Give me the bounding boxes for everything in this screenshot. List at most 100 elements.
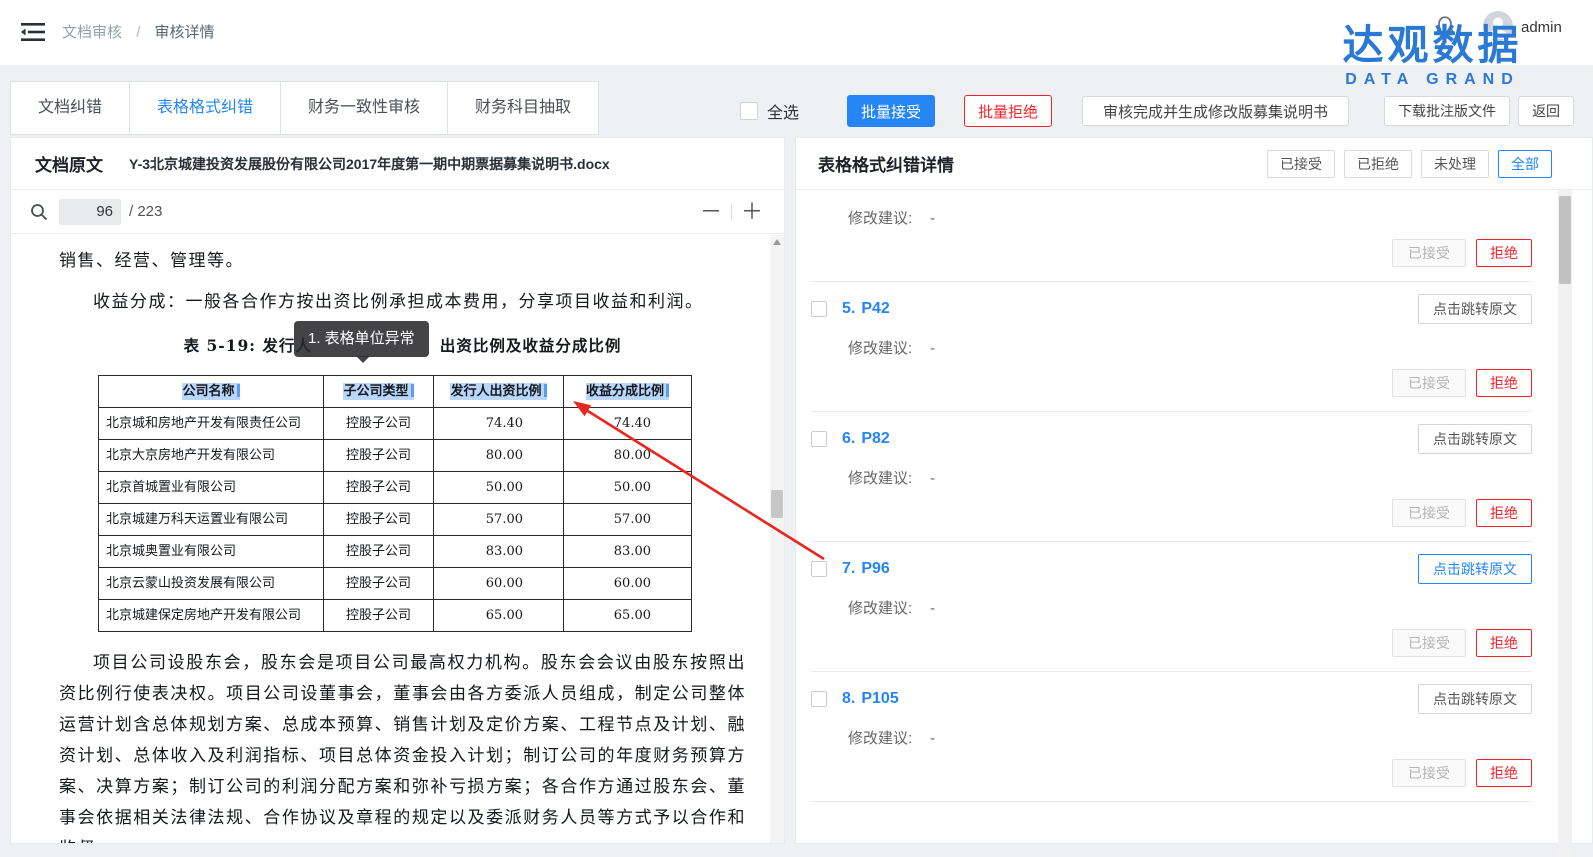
cell-ratio: 60.00 <box>434 568 564 600</box>
table-caption-left: 表 5-19: 发行人 <box>184 336 312 355</box>
page-number-input[interactable] <box>59 199 121 225</box>
tab-financial-subject-extraction[interactable]: 财务科目抽取 <box>447 81 599 135</box>
breadcrumb: 文档审核 / 审核详情 <box>62 21 215 42</box>
jump-to-source-button[interactable]: 点击跳转原文 <box>1418 684 1532 714</box>
back-button[interactable]: 返回 <box>1518 96 1574 126</box>
reject-button[interactable]: 拒绝 <box>1476 369 1532 397</box>
page-total-label: / 223 <box>129 203 162 220</box>
suggestion-label: 修改建议: <box>848 210 912 227</box>
table-row: 北京城建保定房地产开发有限公司 控股子公司 65.00 65.00 <box>99 600 692 632</box>
suggestion-row: 修改建议: - <box>848 207 1532 228</box>
doc-paragraph-3: 项目公司设股东会，股东会是项目公司最高权力机构。股东会会议由股东按照出资比例行使… <box>59 648 746 843</box>
document-scrollbar[interactable] <box>770 235 784 843</box>
cell-share: 57.00 <box>564 504 692 536</box>
module-tabs: 文档纠错 表格格式纠错 财务一致性审核 财务科目抽取 <box>10 81 599 135</box>
filter-rejected[interactable]: 已拒绝 <box>1344 150 1412 178</box>
accepted-button[interactable]: 已接受 <box>1392 629 1466 657</box>
cell-company: 北京城建保定房地产开发有限公司 <box>99 600 324 632</box>
toolbar-divider <box>731 204 732 220</box>
batch-action-bar: 全选 批量接受 批量拒绝 审核完成并生成修改版募集说明书 下载批注版文件 返回 <box>740 95 1574 127</box>
item-page-link[interactable]: P42 <box>861 300 889 318</box>
item-page-link[interactable]: P105 <box>861 690 898 708</box>
document-panel-header: 文档原文 Y-3北京城建投资发展股份有限公司2017年度第一期中期票据募集说明书… <box>11 138 784 190</box>
table-row: 北京城和房地产开发有限责任公司 控股子公司 74.40 74.40 <box>99 408 692 440</box>
cell-type: 控股子公司 <box>324 440 434 472</box>
batch-accept-button[interactable]: 批量接受 <box>847 95 935 127</box>
filter-accepted[interactable]: 已接受 <box>1267 150 1335 178</box>
reject-button[interactable]: 拒绝 <box>1476 629 1532 657</box>
table-caption-right: 出资比例及收益分成比例 <box>440 336 622 355</box>
cell-type: 控股子公司 <box>324 504 434 536</box>
zoom-in-button[interactable]: ＋ <box>738 198 766 226</box>
filter-unprocessed[interactable]: 未处理 <box>1421 150 1489 178</box>
cell-share: 65.00 <box>564 600 692 632</box>
cell-company: 北京城和房地产开发有限责任公司 <box>99 408 324 440</box>
item-page-link[interactable]: P96 <box>861 560 889 578</box>
filter-all[interactable]: 全部 <box>1498 150 1552 178</box>
notification-bell-icon[interactable] <box>1432 14 1458 40</box>
table-row: 北京大京房地产开发有限公司 控股子公司 80.00 80.00 <box>99 440 692 472</box>
table-header-row: 公司名称 子公司类型 发行人出资比例 收益分成比例 <box>99 376 692 408</box>
table-row: 北京首城置业有限公司 控股子公司 50.00 50.00 <box>99 472 692 504</box>
cell-share: 74.40 <box>564 408 692 440</box>
reject-button[interactable]: 拒绝 <box>1476 239 1532 267</box>
reject-button[interactable]: 拒绝 <box>1476 759 1532 787</box>
jump-to-source-button-active[interactable]: 点击跳转原文 <box>1418 554 1532 584</box>
item-checkbox[interactable] <box>811 301 827 317</box>
suggestion-label: 修改建议: <box>848 730 912 747</box>
jump-to-source-button[interactable]: 点击跳转原文 <box>1418 294 1532 324</box>
item-checkbox[interactable] <box>811 691 827 707</box>
tab-doc-correction[interactable]: 文档纠错 <box>10 81 130 135</box>
top-bar: 文档审核 / 审核详情 admin <box>0 0 1593 66</box>
collapse-menu-icon[interactable] <box>20 20 46 44</box>
magnifier-icon <box>29 202 49 222</box>
suggestion-label: 修改建议: <box>848 340 912 357</box>
user-avatar[interactable] <box>1483 11 1513 41</box>
batch-reject-button[interactable]: 批量拒绝 <box>964 95 1052 127</box>
document-filename: Y-3北京城建投资发展股份有限公司2017年度第一期中期票据募集说明书.docx <box>129 154 610 174</box>
tab-table-format-correction[interactable]: 表格格式纠错 <box>129 81 281 135</box>
document-content: 1. 表格单位异常 销售、经营、管理等。 收益分成：一般各合作方按出资比例承担成… <box>11 234 784 843</box>
zoom-out-button[interactable]: － <box>697 198 725 226</box>
review-item-partial: 修改建议: - 已接受 拒绝 <box>811 190 1532 282</box>
document-scrollbar-thumb[interactable] <box>771 490 783 518</box>
breadcrumb-doc-review[interactable]: 文档审核 <box>62 24 122 41</box>
jump-to-source-button[interactable]: 点击跳转原文 <box>1418 424 1532 454</box>
cell-type: 控股子公司 <box>324 536 434 568</box>
cell-ratio: 83.00 <box>434 536 564 568</box>
item-page-link[interactable]: P82 <box>861 430 889 448</box>
accepted-button[interactable]: 已接受 <box>1392 759 1466 787</box>
review-list-scrollbar-thumb[interactable] <box>1559 196 1571 284</box>
select-all-checkbox[interactable] <box>740 102 758 120</box>
tab-financial-consistency[interactable]: 财务一致性审核 <box>280 81 448 135</box>
cell-share: 50.00 <box>564 472 692 504</box>
reject-button[interactable]: 拒绝 <box>1476 499 1532 527</box>
cell-ratio: 80.00 <box>434 440 564 472</box>
table-header-ratio: 发行人出资比例 <box>450 383 546 400</box>
accepted-button[interactable]: 已接受 <box>1392 239 1466 267</box>
suggestion-row: 修改建议: - <box>848 337 1532 358</box>
review-list-scrollbar[interactable] <box>1558 190 1572 857</box>
item-checkbox[interactable] <box>811 431 827 447</box>
review-item-p96: 7. P96 点击跳转原文 修改建议:- 已接受 拒绝 <box>811 554 1532 672</box>
review-panel-title: 表格格式纠错详情 <box>818 151 954 176</box>
subsidiary-table: 公司名称 子公司类型 发行人出资比例 收益分成比例 北京城和房地产开发有限责任公… <box>98 375 692 632</box>
download-annotated-button[interactable]: 下载批注版文件 <box>1384 96 1510 126</box>
document-toolbar: / 223 － ＋ <box>11 190 784 234</box>
suggestion-row: 修改建议:- <box>848 727 1532 748</box>
suggestion-label: 修改建议: <box>848 600 912 617</box>
cell-type: 控股子公司 <box>324 408 434 440</box>
username-label: admin <box>1521 19 1562 36</box>
suggestion-value: - <box>930 210 935 227</box>
filter-group: 已接受 已拒绝 未处理 全部 <box>1258 150 1552 178</box>
item-checkbox[interactable] <box>811 561 827 577</box>
table-row: 北京城建万科天运置业有限公司 控股子公司 57.00 57.00 <box>99 504 692 536</box>
accepted-button[interactable]: 已接受 <box>1392 499 1466 527</box>
table-header-company: 公司名称 <box>182 383 239 400</box>
item-number: 8. <box>842 690 855 708</box>
accepted-button[interactable]: 已接受 <box>1392 369 1466 397</box>
scroll-up-arrow-icon[interactable] <box>773 239 781 245</box>
suggestion-value: - <box>930 470 935 487</box>
suggestion-value: - <box>930 340 935 357</box>
finish-generate-button[interactable]: 审核完成并生成修改版募集说明书 <box>1082 96 1349 126</box>
